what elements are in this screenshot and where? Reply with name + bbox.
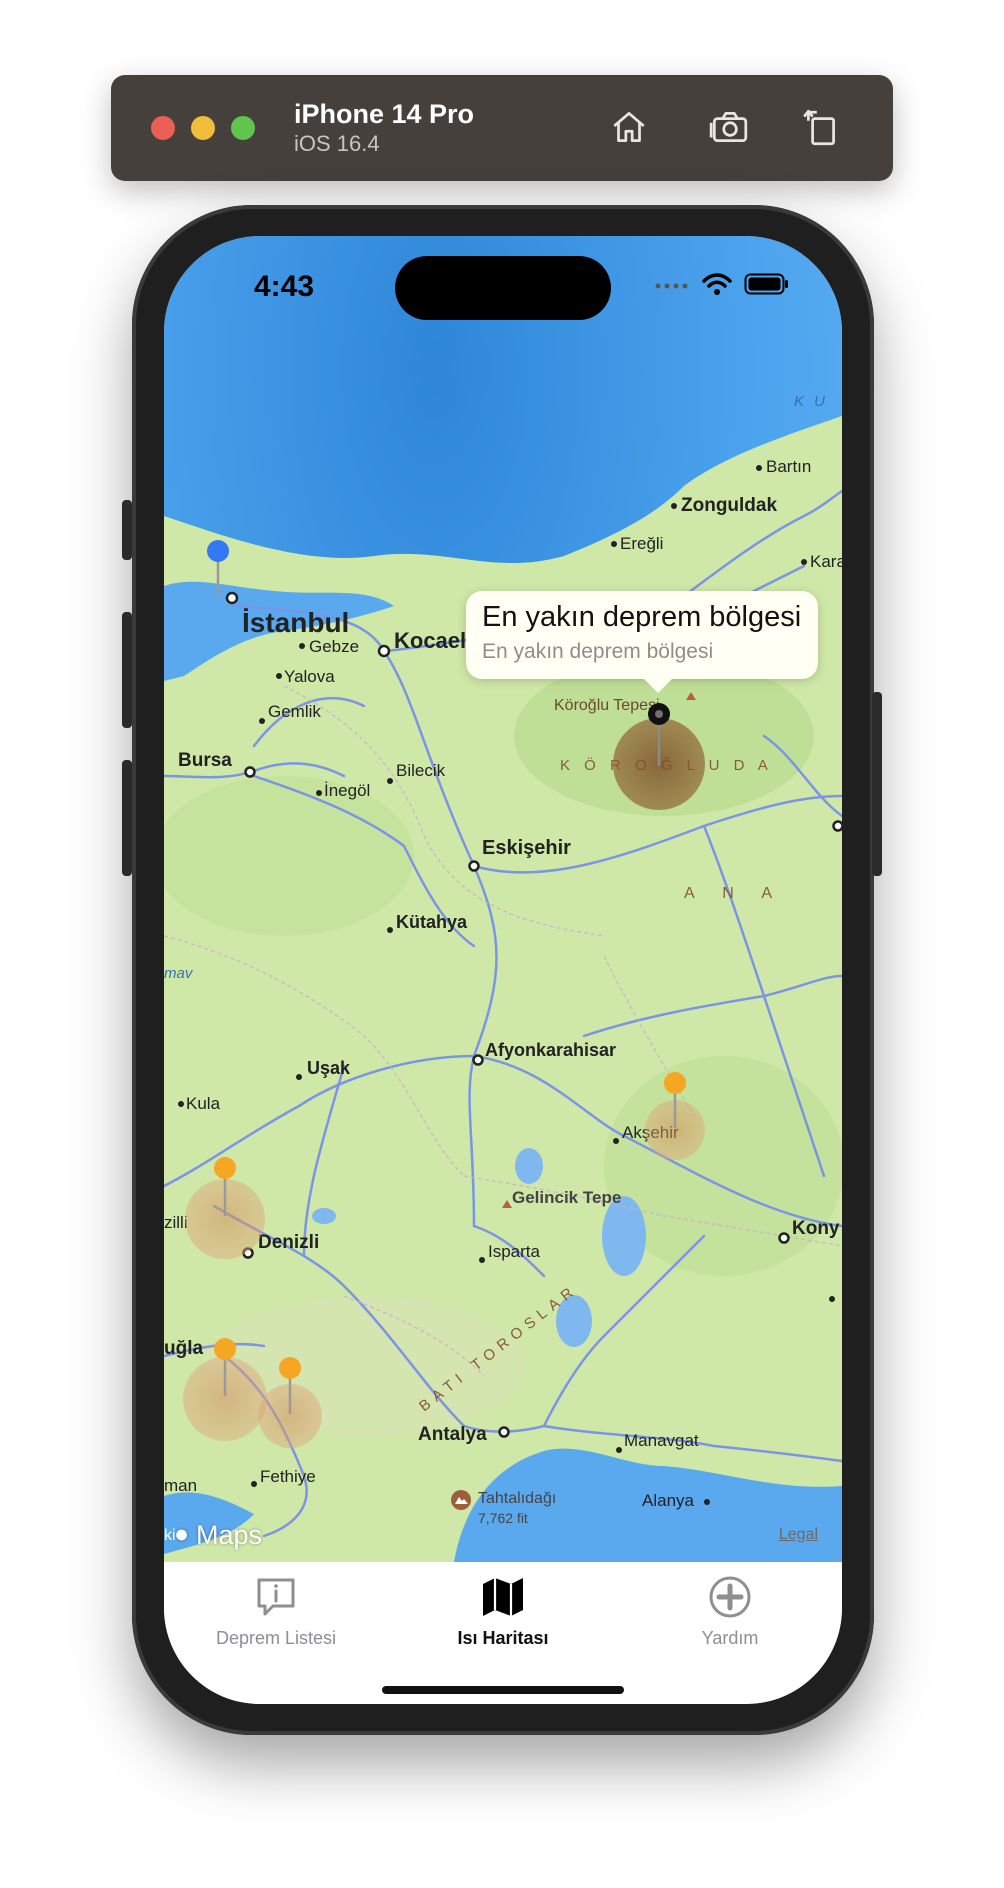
label-gelincik-tepe: Gelincik Tepe (512, 1188, 621, 1207)
battery-icon (744, 273, 788, 295)
label-zilli: zilli (164, 1213, 188, 1232)
label-bartin: Bartın (766, 457, 811, 476)
label-anadolu: A N A (684, 885, 784, 902)
label-inegol: İnegöl (324, 781, 370, 800)
label-kula: Kula (186, 1094, 221, 1113)
label-tahtalidagi-elevation: 7,762 fit (478, 1510, 528, 1526)
label-denizli: Denizli (258, 1232, 319, 1253)
map-view[interactable]: Bartın Zonguldak Ereğli Kara K U İstanbu… (164, 236, 842, 1562)
label-mav: mav (164, 965, 194, 982)
home-button[interactable] (605, 103, 653, 151)
tab-label: Yardım (701, 1628, 759, 1648)
label-mugla: uğla (164, 1338, 203, 1359)
cellular-icon (655, 283, 688, 289)
volume-down-button (122, 760, 132, 876)
label-manavgat: Manavgat (624, 1431, 699, 1450)
home-indicator[interactable] (382, 1686, 624, 1694)
label-gebze: Gebze (309, 637, 359, 656)
label-zonguldak: Zonguldak (681, 495, 777, 516)
city-dot-konya (778, 1232, 790, 1244)
phone-screen: Bartın Zonguldak Ereğli Kara K U İstanbu… (164, 236, 842, 1704)
info-bubble-icon (257, 1578, 295, 1616)
city-dot-eskisehir (468, 860, 480, 872)
label-gemlik: Gemlik (268, 702, 321, 721)
pin-orange-head (279, 1357, 301, 1379)
callout-title: En yakın deprem bölgesi (482, 601, 802, 633)
zoom-window-button[interactable] (231, 116, 255, 140)
label-fethiye: Fethiye (260, 1467, 316, 1486)
legal-link[interactable]: Legal (779, 1526, 818, 1544)
pin-orange-head (214, 1338, 236, 1360)
wifi-icon (702, 273, 732, 295)
apple-logo-icon: ● (174, 1520, 190, 1548)
label-konya: Kony (792, 1218, 840, 1239)
volume-up-button (122, 612, 132, 728)
label-yalova: Yalova (284, 667, 335, 686)
lake (602, 1196, 646, 1276)
tab-label: Deprem Listesi (215, 1628, 337, 1648)
power-button (872, 692, 882, 876)
tab-label: Isı Haritası (457, 1628, 549, 1648)
label-eskisehir: Eskişehir (482, 837, 571, 859)
city-dot-istanbul (225, 591, 239, 605)
label-man: man (164, 1476, 197, 1495)
label-isparta: Isparta (488, 1242, 541, 1261)
label-istanbul: İstanbul (242, 607, 349, 638)
lake (515, 1148, 543, 1184)
annotation-callout[interactable]: En yakın deprem bölgesi En yakın deprem … (466, 591, 818, 693)
device-name: iPhone 14 Pro (294, 99, 475, 129)
tab-isi-haritasi[interactable]: Isı Haritası (403, 1574, 603, 1649)
city-dot-bursa (244, 766, 256, 778)
rotate-icon (803, 109, 835, 146)
map-icon (483, 1578, 523, 1616)
label-alanya: Alanya (642, 1491, 695, 1510)
maps-brand-text: Maps (196, 1520, 263, 1550)
label-antalya: Antalya (418, 1424, 487, 1445)
tab-deprem-listesi[interactable]: Deprem Listesi (176, 1574, 376, 1649)
mute-switch (122, 500, 132, 560)
status-time: 4:43 (254, 270, 315, 303)
os-version: iOS 16.4 (294, 131, 380, 156)
plus-circle-icon (709, 1576, 751, 1618)
close-window-button[interactable] (151, 116, 175, 140)
city-dot-edge (832, 820, 842, 832)
simulator-toolbar: iPhone 14 Pro iOS 16.4 (111, 75, 893, 181)
terrain-shade (164, 776, 414, 936)
label-afyonkarahisar: Afyonkarahisar (485, 1040, 616, 1060)
rotate-button[interactable] (797, 103, 845, 151)
callout-subtitle: En yakın deprem bölgesi (482, 640, 714, 663)
city-dot-afyon (472, 1054, 484, 1066)
pin-orange-head (664, 1072, 686, 1094)
pin-blue-head (207, 540, 229, 562)
tab-bar: Deprem Listesi Isı Haritası Yardım (164, 1562, 842, 1704)
dynamic-island (395, 256, 611, 320)
home-icon (613, 111, 645, 143)
label-ku: K U (794, 393, 828, 410)
lake (312, 1208, 336, 1224)
city-dot-kocaeli (377, 644, 391, 658)
label-kutahya: Kütahya (396, 912, 468, 932)
label-usak: Uşak (307, 1058, 351, 1078)
label-bilecik: Bilecik (396, 761, 446, 780)
minimize-window-button[interactable] (191, 116, 215, 140)
status-icons (654, 272, 790, 296)
label-koroglu-tepesi: Köroğlu Tepesi (554, 697, 660, 714)
label-kocaeli: Kocael (394, 628, 466, 653)
tab-yardim[interactable]: Yardım (630, 1574, 830, 1649)
label-eregli: Ereğli (620, 534, 663, 553)
city-dot-antalya (498, 1426, 510, 1438)
label-bursa: Bursa (178, 750, 232, 771)
label-kara: Kara (810, 552, 842, 571)
camera-icon (709, 111, 748, 143)
pin-orange-head (214, 1157, 236, 1179)
label-tahtalidagi: Tahtalıdağı (478, 1490, 556, 1507)
screenshot-button[interactable] (705, 103, 753, 151)
